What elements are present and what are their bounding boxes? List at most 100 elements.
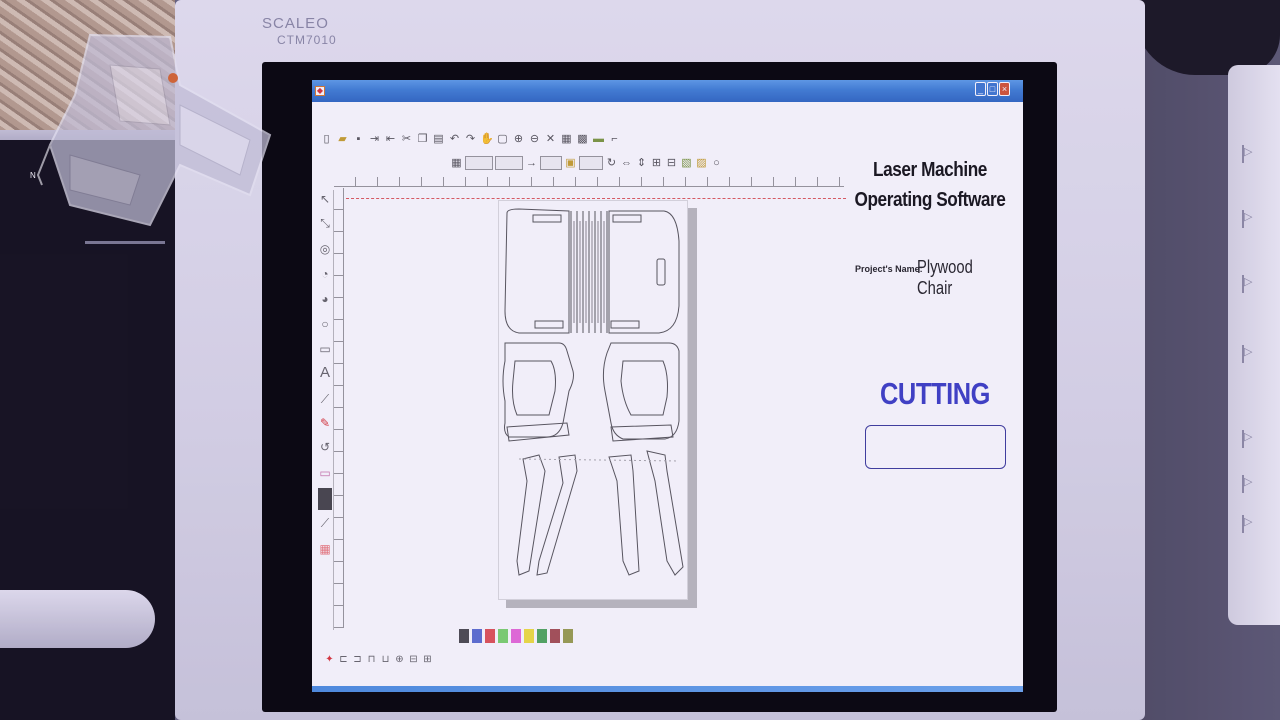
distribute-icon[interactable]: ⊟	[665, 156, 678, 170]
zoom-out-icon[interactable]: ⊖	[528, 132, 541, 146]
maximize-button[interactable]: □	[987, 82, 998, 96]
group-icon[interactable]: ▧	[680, 156, 693, 170]
distribute-h-icon[interactable]: ⊟	[408, 654, 419, 666]
layer-color-swatch[interactable]	[498, 629, 508, 643]
game-scene: ▷ ▷ ▷ ▷ ▷ ▷ ▷ SCALEO CTM7010 ◆ _ □ × ▯ ▰…	[0, 0, 1280, 720]
panel-mark: ▷	[1242, 275, 1272, 293]
distribute-v-icon[interactable]: ⊞	[422, 654, 433, 666]
arrow-icon: →	[526, 157, 537, 169]
player-marker	[168, 73, 178, 83]
align-center-icon[interactable]: ⊐	[352, 654, 363, 666]
delete-icon[interactable]: ✕	[544, 132, 557, 146]
minimap-bar	[85, 241, 165, 244]
line-tool-icon[interactable]: ⟋	[318, 392, 332, 406]
table-icon[interactable]: ▩	[576, 132, 589, 146]
cutting-progress-bar	[865, 425, 1006, 469]
redo-icon[interactable]: ↷	[464, 132, 477, 146]
export-icon[interactable]: ⇤	[384, 132, 397, 146]
text-tool-icon[interactable]: A	[318, 365, 332, 380]
layer-color-swatch[interactable]	[459, 629, 469, 643]
software-title-line1: Laser Machine	[873, 159, 987, 181]
slot	[532, 214, 562, 223]
layer-color-swatch[interactable]	[550, 629, 560, 643]
rectangle-tool-icon[interactable]: ▭	[318, 342, 332, 356]
circle-tool-icon[interactable]: ◎	[318, 242, 332, 256]
zoom-fit-icon[interactable]: ▢	[496, 132, 509, 146]
panel-mark: ▷	[1242, 515, 1272, 533]
select-arrow-icon[interactable]: ↖	[318, 192, 332, 206]
dark-object	[1135, 0, 1280, 75]
oval-tool-icon[interactable]: ○	[318, 317, 332, 331]
slot	[610, 320, 640, 329]
title-bar[interactable]: ◆ _ □ ×	[312, 80, 1023, 102]
zoom-in-icon[interactable]: ⊕	[512, 132, 525, 146]
pan-hand-icon[interactable]: ✋	[480, 132, 494, 146]
undo-icon[interactable]: ↶	[448, 132, 461, 146]
copy-icon[interactable]: ❐	[416, 132, 429, 146]
mirror-v-icon[interactable]: ⇕	[635, 156, 648, 170]
minimize-button[interactable]: _	[975, 82, 986, 96]
compass-north: N	[30, 171, 36, 180]
color-block-icon[interactable]	[318, 488, 332, 510]
layer-color-swatch[interactable]	[511, 629, 521, 643]
spiral-tool-icon[interactable]: ↺	[318, 440, 332, 454]
cutting-sheet[interactable]	[498, 200, 688, 600]
align-top-icon[interactable]: ⊓	[366, 654, 377, 666]
leg-2	[536, 454, 578, 576]
panel-mark: ▷	[1242, 475, 1272, 493]
leg-3	[608, 454, 640, 576]
cabinet-handle[interactable]	[0, 590, 155, 648]
rotate-icon[interactable]: ↻	[605, 156, 618, 170]
size-field[interactable]	[540, 156, 562, 170]
paste-icon[interactable]: ▤	[432, 132, 445, 146]
y-field[interactable]	[495, 156, 523, 170]
software-title-line2: Operating Software	[854, 189, 1006, 211]
layer-icon[interactable]: ▬	[592, 132, 605, 146]
position-icon[interactable]: ▦	[450, 156, 463, 170]
layer-color-swatch[interactable]	[537, 629, 547, 643]
model-name: CTM7010	[277, 33, 337, 47]
grid-array-icon[interactable]: ▦	[318, 542, 332, 556]
cut-icon[interactable]: ✂	[400, 132, 413, 146]
main-toolbar: ▯ ▰ ▪ ⇥ ⇤ ✂ ❐ ▤ ↶ ↷ ✋ ▢ ⊕ ⊖ ✕ ▦ ▩ ▬ ⌐	[320, 130, 621, 148]
origin-icon[interactable]: ✦	[324, 654, 335, 666]
app-icon: ◆	[315, 86, 325, 96]
layer-color-swatch[interactable]	[524, 629, 534, 643]
import-icon[interactable]: ⇥	[368, 132, 381, 146]
arc-tool-icon[interactable]: ◔	[318, 267, 332, 281]
fill-tool-icon[interactable]: ▭	[318, 466, 332, 480]
seat-panel-left	[504, 208, 570, 334]
grid-icon[interactable]: ▦	[560, 132, 573, 146]
crossbar-left	[506, 422, 570, 442]
eraser-icon[interactable]: ⟋	[318, 516, 332, 530]
align-left-icon[interactable]: ⊏	[338, 654, 349, 666]
project-name-label: Project's Name:	[855, 264, 923, 274]
x-field[interactable]	[465, 156, 493, 170]
lock-icon[interactable]: ▣	[564, 156, 577, 170]
align-bottom-icon[interactable]: ⊔	[380, 654, 391, 666]
weld-icon[interactable]: ○	[710, 156, 723, 170]
mirror-h-icon[interactable]: ⇔	[620, 156, 633, 170]
ellipse-tool-icon[interactable]: ◕	[318, 292, 332, 306]
pen-tool-icon[interactable]: ✎	[318, 416, 332, 430]
ungroup-icon[interactable]: ▨	[695, 156, 708, 170]
software-title: Laser Machine Operating Software	[853, 155, 1008, 215]
open-folder-icon[interactable]: ▰	[336, 132, 349, 146]
close-button[interactable]: ×	[999, 82, 1010, 96]
save-icon[interactable]: ▪	[352, 132, 365, 146]
center-icon[interactable]: ⊕	[394, 654, 405, 666]
node-edit-icon[interactable]: ⤡	[318, 216, 332, 230]
color-palette	[459, 629, 573, 643]
new-file-icon[interactable]: ▯	[320, 132, 333, 146]
vertical-ruler	[334, 188, 344, 628]
layer-color-swatch[interactable]	[563, 629, 573, 643]
seat-panel-right	[608, 210, 680, 334]
property-toolbar: ▦ → ▣ ↻ ⇔ ⇕ ⊞ ⊟ ▧ ▨ ○	[450, 154, 723, 172]
layer-color-swatch[interactable]	[472, 629, 482, 643]
scale-field[interactable]	[579, 156, 603, 170]
leg-1	[516, 454, 546, 576]
output-icon[interactable]: ⌐	[608, 132, 621, 146]
align-icon[interactable]: ⊞	[650, 156, 663, 170]
laser-software-window[interactable]: ◆ _ □ × ▯ ▰ ▪ ⇥ ⇤ ✂ ❐ ▤ ↶ ↷ ✋ ▢ ⊕ ⊖ ✕ ▦ …	[312, 80, 1023, 692]
layer-color-swatch[interactable]	[485, 629, 495, 643]
